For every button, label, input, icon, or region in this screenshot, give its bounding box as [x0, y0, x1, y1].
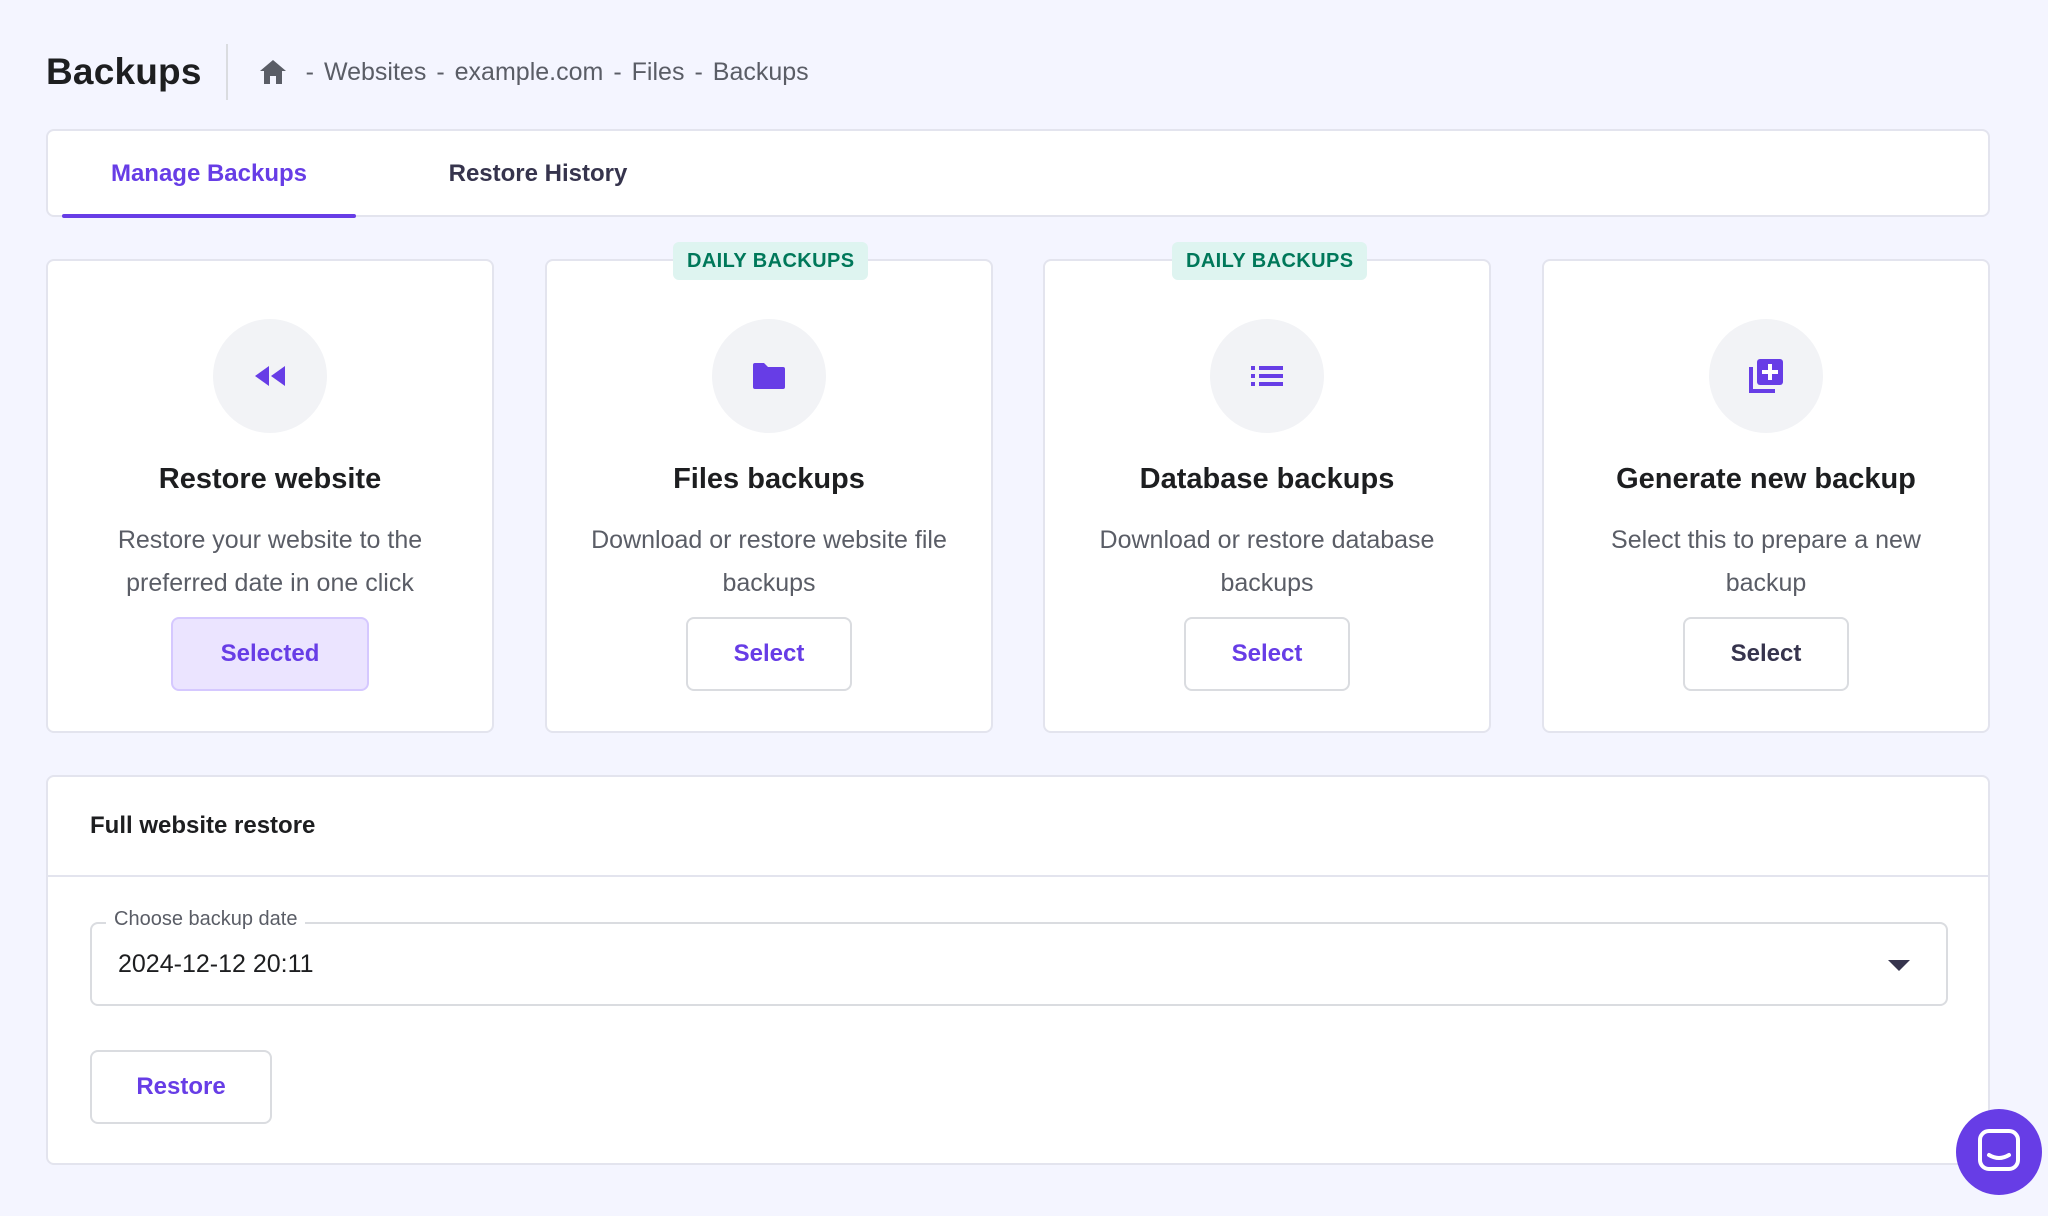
restore-button[interactable]: Restore [90, 1050, 272, 1124]
breadcrumb-separator: - [305, 57, 314, 86]
add-box-icon [1709, 319, 1823, 433]
tab-restore-history[interactable]: Restore History [388, 131, 688, 217]
option-card-generate-backup[interactable]: Generate new backup Select this to prepa… [1542, 259, 1990, 733]
full-restore-card: Full website restore Choose backup date … [46, 775, 1990, 1165]
backups-page: Backups - Websites - example.com - Files… [0, 0, 2048, 1216]
option-card-restore-website[interactable]: Restore website Restore your website to … [46, 259, 494, 733]
card-description: Restore your website to the preferred da… [117, 526, 423, 597]
card-title: Restore website [158, 463, 382, 495]
header-divider [225, 44, 228, 100]
breadcrumb-separator: - [694, 57, 703, 86]
option-card-files-backups[interactable]: Files backups Download or restore websit… [545, 259, 993, 733]
restore-website-selected-button[interactable]: Selected [171, 617, 369, 691]
list-icon [1210, 319, 1324, 433]
tab-manage-backups[interactable]: Manage Backups [62, 131, 356, 218]
full-restore-title: Full website restore [48, 777, 1988, 877]
card-title: Database backups [1139, 463, 1395, 495]
home-icon[interactable] [256, 55, 290, 89]
page-header: Backups - Websites - example.com - Files… [46, 40, 809, 104]
chat-icon [1977, 1128, 2021, 1177]
daily-backups-badge: DAILY BACKUPS [673, 242, 869, 280]
breadcrumb-item-domain[interactable]: example.com [455, 58, 604, 87]
folder-icon [712, 319, 826, 433]
breadcrumb-item-websites[interactable]: Websites [324, 58, 426, 87]
breadcrumb-separator: - [436, 57, 445, 86]
breadcrumb-item-files[interactable]: Files [632, 58, 685, 87]
card-title: Generate new backup [1616, 463, 1916, 495]
page-title: Backups [46, 51, 202, 92]
daily-backups-badge: DAILY BACKUPS [1172, 242, 1368, 280]
option-card-database-backups[interactable]: Database backups Download or restore dat… [1043, 259, 1491, 733]
backup-date-select[interactable]: Choose backup date 2024-12-12 20:11 [90, 908, 1948, 1006]
chat-launcher-button[interactable] [1956, 1109, 2042, 1195]
generate-backup-select-button[interactable]: Select [1683, 617, 1849, 691]
breadcrumb: - Websites - example.com - Files - Backu… [256, 55, 809, 89]
breadcrumb-item-backups: Backups [712, 57, 809, 86]
files-backups-select-button[interactable]: Select [686, 617, 852, 691]
breadcrumb-separator: - [613, 57, 622, 86]
database-backups-select-button[interactable]: Select [1184, 617, 1350, 691]
backup-date-value: 2024-12-12 20:11 [118, 949, 314, 978]
card-description: Download or restore database backups [1099, 526, 1435, 597]
chevron-down-icon[interactable] [1888, 960, 1910, 971]
card-description: Download or restore website file backups [591, 526, 947, 597]
card-title: Files backups [673, 463, 865, 495]
tabs-bar: Manage Backups Restore History [46, 129, 1990, 218]
card-description: Select this to prepare a new backup [1611, 526, 1921, 597]
rewind-icon [213, 319, 327, 433]
